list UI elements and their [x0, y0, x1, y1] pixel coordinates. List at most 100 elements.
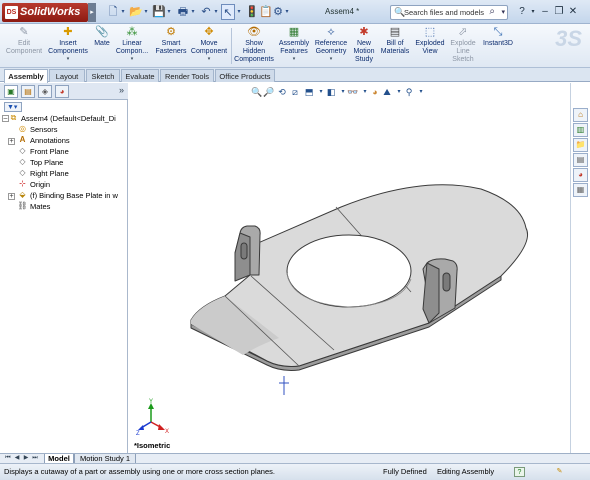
search-input[interactable]: Search files and models — [404, 8, 484, 17]
status-editing-mode: Editing Assembly — [437, 467, 495, 476]
file-explorer-icon[interactable]: 📁 — [573, 138, 588, 152]
title-bar: DS SolidWorks ▸ 🗋 ▾ 📂 ▾ 💾 ▾ 🖶 ▾ ↶ ▾ ↖ ▾ … — [0, 0, 590, 24]
bill-of-materials-button[interactable]: ▤ Bill of Materials — [378, 26, 412, 68]
feature-tree-tab-icon[interactable]: ▣ — [4, 85, 18, 98]
close-icon[interactable]: ✕ — [567, 5, 579, 19]
new-motion-study-button[interactable]: ✱ New Motion Study — [350, 26, 378, 68]
solidworks-logo[interactable]: DS SolidWorks — [2, 3, 88, 22]
show-hidden-icon: 👁 — [247, 26, 261, 38]
new-dropdown-icon[interactable]: ▾ — [120, 4, 126, 20]
panel-expand-icon[interactable]: » — [119, 85, 124, 95]
tree-item-right-plane[interactable]: ◇ Right Plane — [17, 168, 68, 179]
tree-filter-button[interactable]: ▼▾ — [4, 102, 22, 112]
tree-item-label: (f) Binding Base Plate in w — [30, 191, 118, 200]
insert-components-button[interactable]: ✚ Insert Components ▾ — [46, 26, 90, 68]
assembly-features-dropdown-icon[interactable]: ▾ — [276, 56, 312, 62]
tab-render-tools[interactable]: Render Tools — [160, 69, 214, 82]
options-icon[interactable]: ⚙ — [272, 4, 284, 20]
print-dropdown-icon[interactable]: ▾ — [190, 4, 196, 20]
assembly-features-label: Assembly Features — [278, 40, 310, 55]
search-go-icon[interactable]: ⌕ — [489, 6, 495, 17]
previous-tab-icon[interactable]: ◀ — [13, 454, 21, 463]
show-hidden-components-button[interactable]: 👁 Show Hidden Components — [233, 26, 275, 68]
select-dropdown-icon[interactable]: ▾ — [236, 4, 242, 20]
ds-watermark-icon: 3S — [555, 26, 582, 51]
tree-item-assembly[interactable]: ⧉ Assem4 (Default<Default_Di — [8, 113, 116, 124]
tree-item-annotations[interactable]: A Annotations — [17, 135, 70, 146]
tab-evaluate[interactable]: Evaluate — [121, 69, 159, 82]
options-dropdown-icon[interactable]: ▾ — [284, 4, 290, 20]
instant3d-button[interactable]: ⤡ Instant3D — [480, 26, 516, 68]
insert-components-dropdown-icon[interactable]: ▾ — [46, 56, 90, 62]
tree-item-sensors[interactable]: ◎ Sensors — [17, 124, 58, 135]
next-tab-icon[interactable]: ▶ — [22, 454, 30, 463]
quick-tips-icon[interactable]: ? — [514, 467, 525, 477]
open-icon[interactable]: 📂 — [129, 4, 143, 20]
plane-icon: ◇ — [19, 146, 26, 155]
rebuild-icon[interactable]: 🚦 — [245, 4, 259, 20]
tree-item-top-plane[interactable]: ◇ Top Plane — [17, 157, 63, 168]
minimize-icon[interactable]: – — [539, 5, 551, 19]
panel-tabs: ▣ ▤ ◈ ◕ » — [0, 83, 128, 100]
graphics-area[interactable]: 🔍 🔎 ⟲ ⧄ ⬒ ▾ ◧ ▾ 👓 ▾ ◕ ⛰ ▾ ⚲ ▾ ⁞ — [129, 83, 570, 453]
tab-sketch[interactable]: Sketch — [86, 69, 120, 82]
custom-properties-icon[interactable]: ▦ — [573, 183, 588, 197]
tab-layout[interactable]: Layout — [49, 69, 85, 82]
property-manager-tab-icon[interactable]: ▤ — [21, 85, 35, 98]
tree-item-binding-base-plate[interactable]: ⬙ (f) Binding Base Plate in w — [17, 190, 118, 201]
select-icon[interactable]: ↖ — [221, 4, 235, 20]
tree-item-front-plane[interactable]: ◇ Front Plane — [17, 146, 68, 157]
search-box[interactable]: 🔍 Search files and models ⌕ ▾ — [390, 5, 508, 20]
smart-fasteners-button[interactable]: ⚙ Smart Fasteners — [152, 26, 190, 68]
view-palette-icon[interactable]: ▤ — [573, 153, 588, 167]
display-manager-tab-icon[interactable]: ◕ — [55, 85, 69, 98]
print-icon[interactable]: 🖶 — [176, 4, 190, 20]
undo-dropdown-icon[interactable]: ▾ — [213, 4, 219, 20]
reference-geometry-icon: ⟡ — [327, 26, 335, 38]
status-message: Displays a cutaway of a part or assembly… — [4, 467, 275, 476]
open-dropdown-icon[interactable]: ▾ — [143, 4, 149, 20]
insert-components-icon: ✚ — [63, 26, 73, 38]
reference-geometry-dropdown-icon[interactable]: ▾ — [312, 56, 350, 62]
new-document-icon[interactable]: 🗋 — [106, 4, 120, 20]
last-tab-icon[interactable]: ⏭ — [31, 454, 39, 463]
tab-office-products[interactable]: Office Products — [215, 69, 275, 82]
tree-expand-icon[interactable]: + — [8, 193, 15, 200]
edit-component-button[interactable]: ✎ Edit Component — [4, 26, 44, 68]
move-component-button[interactable]: ✥ Move Component ▾ — [190, 26, 228, 68]
mate-button[interactable]: 📎 Mate — [91, 26, 113, 68]
tree-item-label: Origin — [30, 180, 51, 189]
tree-item-origin[interactable]: ⊹ Origin — [17, 179, 50, 190]
tree-item-label: Assem4 (Default<Default_Di — [21, 114, 116, 123]
restore-icon[interactable]: ❐ — [553, 5, 565, 19]
configuration-manager-tab-icon[interactable]: ◈ — [38, 85, 52, 98]
design-library-icon[interactable]: ▥ — [573, 123, 588, 137]
tree-expand-icon[interactable]: + — [8, 138, 15, 145]
file-properties-icon[interactable]: 📋 — [259, 4, 273, 20]
search-dropdown-icon[interactable]: ▾ — [501, 8, 505, 16]
command-manager: ✎ Edit Component ✚ Insert Components ▾ 📎… — [0, 24, 590, 68]
move-component-dropdown-icon[interactable]: ▾ — [190, 56, 228, 62]
solidworks-resources-icon[interactable]: ⌂ — [573, 108, 588, 122]
linear-pattern-dropdown-icon[interactable]: ▾ — [114, 56, 150, 62]
save-dropdown-icon[interactable]: ▾ — [166, 4, 172, 20]
exploded-view-button[interactable]: ⬚ Exploded View — [413, 26, 447, 68]
tree-item-mates[interactable]: ⛓ Mates — [17, 201, 50, 212]
svg-text:X: X — [165, 429, 169, 435]
help-dropdown-icon[interactable]: ▾ — [527, 5, 539, 19]
first-tab-icon[interactable]: ⏮ — [4, 454, 12, 463]
motion-study-label: New Motion Study — [353, 40, 375, 63]
feature-manager-panel: ▣ ▤ ◈ ◕ » ▼▾ – ⧉ Assem4 (Default<Default_… — [0, 83, 128, 453]
reference-geometry-button[interactable]: ⟡ Reference Geometry ▾ — [312, 26, 350, 68]
menu-expand-arrow-icon[interactable]: ▸ — [88, 3, 96, 22]
appearances-icon[interactable]: ◕ — [573, 168, 588, 182]
save-icon[interactable]: 💾 — [152, 4, 166, 20]
tab-assembly[interactable]: Assembly — [4, 69, 48, 83]
undo-icon[interactable]: ↶ — [199, 4, 213, 20]
explode-line-sketch-button[interactable]: ⬀ Explode Line Sketch — [447, 26, 479, 68]
assembly-features-button[interactable]: ▦ Assembly Features ▾ — [276, 26, 312, 68]
linear-component-pattern-button[interactable]: ⁂ Linear Compon... ▾ — [114, 26, 150, 68]
binding-base-plate-model — [190, 184, 528, 371]
rebuild-status-icon[interactable]: ✎ — [554, 467, 565, 477]
move-component-icon: ✥ — [204, 26, 214, 38]
